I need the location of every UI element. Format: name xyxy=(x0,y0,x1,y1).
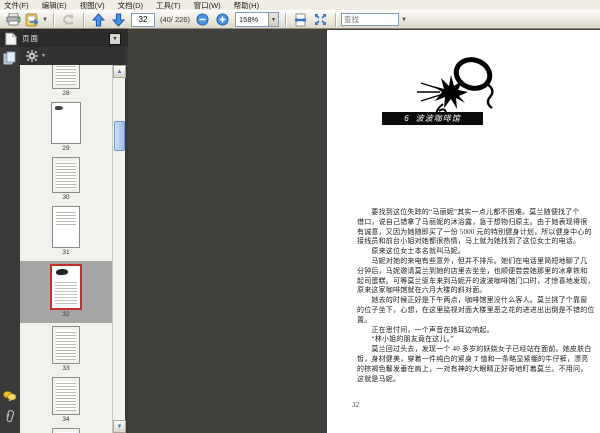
attachments-tab-icon[interactable] xyxy=(3,409,17,423)
thumbnail-page-34[interactable]: 34 xyxy=(20,377,112,425)
navigation-sidebar: 页面 ▼ ▼ 28 29 30 31 32 33 34 ▲ ▼ xyxy=(0,29,128,433)
chevron-down-icon[interactable]: ▼ xyxy=(267,13,278,26)
previous-page-button[interactable] xyxy=(90,12,108,28)
gear-icon[interactable] xyxy=(26,50,38,62)
chapter-banner: 6 波波咖啡馆 xyxy=(382,112,483,125)
document-area: 6 波波咖啡馆 要找到这位失踪的“马丽妮”其实一点儿都不困难。莫兰随便找了个 借… xyxy=(128,29,600,433)
pages-panel-header: 页面 ▼ xyxy=(0,29,128,47)
text-line: 皙，身材健美，穿着一件纯白的紧身 T 恤和一条略显紧绷的牛仔裤，漂亮 xyxy=(357,354,589,363)
menu-document[interactable]: 文档(D) xyxy=(118,0,143,11)
thumbnail-page-33[interactable]: 33 xyxy=(20,326,112,374)
print-button[interactable] xyxy=(4,12,22,28)
chapter-number: 6 xyxy=(404,114,410,123)
page-count-label: (40/ 226) xyxy=(159,15,190,24)
fullscreen-icon xyxy=(315,14,327,25)
thumbnail-panel: 28 29 30 31 32 33 34 xyxy=(20,65,112,433)
zoom-level-value: 158% xyxy=(238,15,259,24)
printer-icon xyxy=(6,13,20,26)
separator xyxy=(284,12,287,27)
page-number-input[interactable] xyxy=(130,12,155,27)
fit-width-icon xyxy=(295,13,307,26)
text-line: 原来这位女士本名就叫马妮。 xyxy=(357,247,465,256)
dropdown-caret: ▼ xyxy=(42,16,48,23)
text-line: 莫兰回过头去，发现一个 40 多岁的妖娆女子已经站在面前。她皮肤白 xyxy=(357,345,592,354)
text-line: 分钟后，马妮邀请莫兰到她的店里去坐坐，也顺便尝尝她那里的冰拿铁和 xyxy=(357,266,588,275)
menu-bar: 文件(F) 编辑(E) 视图(V) 文档(D) 工具(T) 窗口(W) 帮助(H… xyxy=(0,0,600,10)
separator xyxy=(52,12,55,27)
zoom-in-button[interactable] xyxy=(214,12,232,28)
menu-edit[interactable]: 编辑(E) xyxy=(42,0,67,11)
separator xyxy=(82,12,85,27)
thumbnail-options-row: ▼ xyxy=(20,47,125,65)
main-area: 页面 ▼ ▼ 28 29 30 31 32 33 34 ▲ ▼ 6 波波咖啡馆 … xyxy=(0,29,600,433)
chapter-title: 波波咖啡馆 xyxy=(415,114,461,123)
zoom-out-icon xyxy=(196,13,209,26)
page-icon xyxy=(5,32,17,46)
thumbnail-page-28[interactable]: 28 xyxy=(20,65,112,99)
text-line: 借口，说自己错拿了马丽妮的沐浴露，急于想物归原主。由于她表现得很 xyxy=(357,217,588,226)
text-line: 她去的时候正好是下午两点，咖啡馆里没什么客人。莫兰挑了个靠窗 xyxy=(357,296,588,305)
text-line: 要找到这位失踪的“马丽妮”其实一点儿都不困难。莫兰随便找了个 xyxy=(357,208,580,216)
separator xyxy=(334,12,337,27)
text-line: 置。 xyxy=(357,315,372,324)
find-input[interactable] xyxy=(340,13,399,26)
panel-tab-strip xyxy=(0,47,20,433)
thumbnail-page-31[interactable]: 31 xyxy=(20,206,112,258)
thumbnail-page-32-selected[interactable]: 32 xyxy=(20,261,112,323)
comments-tab-icon[interactable] xyxy=(3,389,17,403)
arrow-up-icon xyxy=(92,12,106,26)
chevron-down-icon[interactable]: ▼ xyxy=(41,53,46,59)
text-line: 的位子坐下，心想，在这里监视对面大楼里恶之花的进进出出倒是不错的位 xyxy=(357,305,595,314)
text-line: 接线员和前台小姐对她都很热情，马上就为她找到了这位女士的电话。 xyxy=(357,237,581,246)
text-line: 正在思忖间，一个声音在她耳边响起。 xyxy=(357,325,494,334)
menu-window[interactable]: 窗口(W) xyxy=(194,0,221,11)
panel-title: 页面 xyxy=(22,33,39,43)
find-history-caret[interactable]: ▼ xyxy=(401,17,407,23)
text-line: “林小姐的朋友竟在这儿。” xyxy=(357,335,454,344)
menu-file[interactable]: 文件(F) xyxy=(4,0,29,11)
send-file-icon xyxy=(25,13,39,26)
text-line: 马妮对她的来电有些意外，但并不排斥。她们在电话里简短地聊了几 xyxy=(357,256,588,265)
body-text: 要找到这位失踪的“马丽妮”其实一点儿都不困难。莫兰随便找了个 借口，说自己错拿了… xyxy=(357,208,597,384)
previous-view-button-disabled[interactable] xyxy=(60,12,78,28)
menu-help[interactable]: 帮助(H) xyxy=(234,0,259,11)
scroll-up-button[interactable]: ▲ xyxy=(113,65,126,78)
text-line: 原来这家咖啡馆就在六月大楼的斜对面。 xyxy=(357,286,487,295)
fit-width-button[interactable] xyxy=(292,12,310,28)
previous-view-icon xyxy=(63,14,75,25)
text-line: 起司蛋糕。可等莫兰驱车来到马妮开的波波咖啡馆门口时，才惊喜地发现， xyxy=(357,276,595,285)
arrow-down-icon xyxy=(112,13,126,27)
zoom-level-select[interactable]: 158% ▼ xyxy=(234,12,279,27)
next-page-button[interactable] xyxy=(110,12,128,28)
pages-tab-icon[interactable] xyxy=(3,51,17,65)
panel-options-button[interactable]: ▼ xyxy=(109,33,121,45)
text-line: 的棕褐色鬈发垂在肩上，一对有神的大眼睛正好奇地盯着莫兰。不用问， xyxy=(357,364,588,373)
scroll-down-button[interactable]: ▼ xyxy=(113,420,126,433)
toolbar: ▼ (40/ 226) 158% ▼ xyxy=(0,10,600,29)
text-line: 有诚意，又因为她随即买了一份 5000 元的特别健身计划，所以健身中心的 xyxy=(357,227,592,236)
zoom-out-button[interactable] xyxy=(194,12,212,28)
page-number: 32 xyxy=(352,401,359,409)
thumbnail-page-30[interactable]: 30 xyxy=(20,157,112,203)
menu-view[interactable]: 视图(V) xyxy=(80,0,105,11)
thumbnail-page-29[interactable]: 29 xyxy=(20,102,112,154)
thumbnail-page-35-partial[interactable] xyxy=(20,428,112,433)
cat-illustration xyxy=(417,57,494,114)
document-page: 6 波波咖啡馆 要找到这位失踪的“马丽妮”其实一点儿都不困难。莫兰随便找了个 借… xyxy=(327,30,600,433)
zoom-in-icon xyxy=(216,13,229,26)
fullscreen-button[interactable] xyxy=(312,12,330,28)
menu-tools[interactable]: 工具(T) xyxy=(156,0,181,11)
scrollbar-thumb[interactable] xyxy=(114,121,125,151)
save-send-button[interactable]: ▼ xyxy=(24,12,48,28)
text-line: 这就是马妮。 xyxy=(357,374,401,383)
thumbnail-scrollbar[interactable]: ▲ ▼ xyxy=(112,65,126,433)
